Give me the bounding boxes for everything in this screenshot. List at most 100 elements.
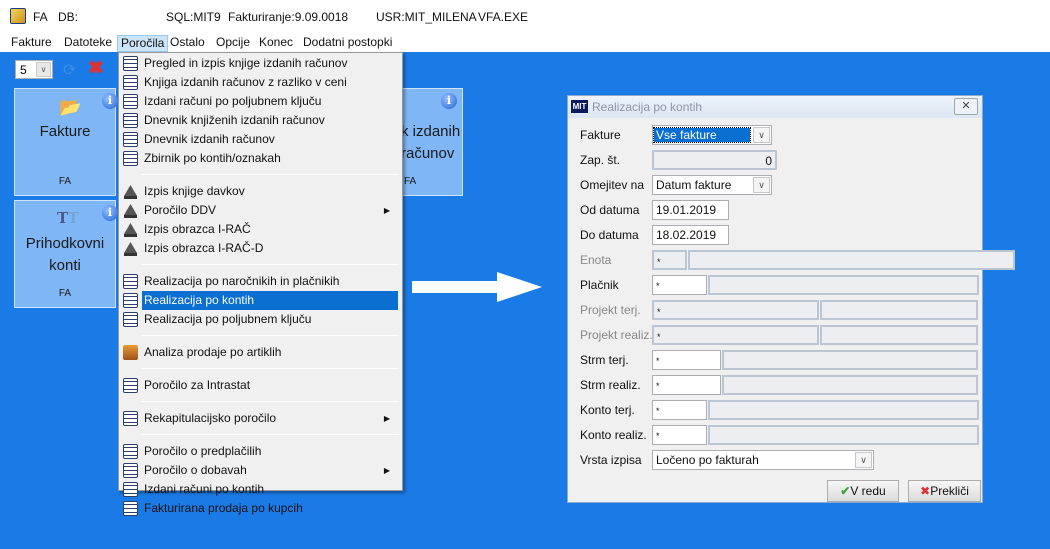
version-label: Fakturiranje:9.09.0018	[228, 10, 349, 24]
dialog-title-bar: MIT Realizacija po kontih ✕	[568, 96, 982, 118]
menu-item-izdani-racuni-po-poljubnem-kljucu[interactable]: Izdani računi po poljubnem ključu	[121, 92, 400, 111]
tt-icon: TT	[57, 209, 79, 227]
menu-item-zbirnik-po-kontih-oznakah[interactable]: Zbirnik po kontih/oznakah	[121, 149, 400, 168]
report-list-icon	[123, 312, 138, 327]
report-list-icon	[123, 274, 138, 289]
menu-item-rekapitulacijsko-porocilo[interactable]: Rekapitulacijsko poročilo ▶	[121, 409, 400, 428]
refresh-icon[interactable]: ⟳	[63, 60, 76, 80]
tile-prihodkovni-konti[interactable]: TT i Prihodkovni konti FA	[14, 200, 118, 308]
tile-title: Prihodkovni konti	[25, 235, 105, 274]
menu-separator	[141, 434, 399, 435]
tile-fakture[interactable]: 📂 i Fakture FA	[14, 88, 118, 196]
delete-icon[interactable]: ✖	[88, 57, 104, 80]
fakture-select[interactable]: Vse fakture ∨	[652, 125, 772, 145]
menu-item-label: Izpis knjige davkov	[144, 184, 245, 198]
app-name: FA	[33, 10, 48, 24]
menu-ostalo[interactable]: Ostalo	[167, 35, 208, 52]
close-icon[interactable]: ✕	[954, 98, 978, 115]
strm-terj-input[interactable]: *	[652, 350, 721, 370]
exe-label: VFA.EXE	[478, 10, 529, 24]
field-value: *	[656, 281, 660, 291]
menu-item-porocilo-ddv[interactable]: Poročilo DDV ▶	[121, 201, 400, 220]
konto-terj-input[interactable]: *	[652, 400, 707, 420]
info-icon[interactable]: i	[441, 93, 457, 109]
menu-item-realizacija-po-poljubnem-kljucu[interactable]: Realizacija po poljubnem ključu	[121, 310, 400, 329]
title-bar: FA DB: SQL:MIT9 Fakturiranje:9.09.0018 U…	[0, 0, 1050, 33]
chevron-down-icon[interactable]: ∨	[855, 452, 872, 468]
menu-konec[interactable]: Konec	[256, 35, 296, 52]
menu-item-porocilo-o-dobavah[interactable]: Poročilo o dobavah ▶	[121, 461, 400, 480]
report-list-icon	[123, 56, 138, 71]
menu-item-izpis-obrazca-i-rac-d[interactable]: Izpis obrazca I-RAČ-D	[121, 239, 400, 258]
konto-realiz-description	[708, 425, 979, 445]
omejitev-na-select[interactable]: Datum fakture ∨	[652, 175, 772, 195]
menu-item-label: Realizacija po naročnikih in plačnikih	[144, 274, 340, 288]
konto-terj-description	[708, 400, 979, 420]
field-value: *	[656, 356, 660, 366]
label-fakture: Fakture	[580, 128, 621, 142]
do-datuma-input[interactable]: 18.02.2019	[652, 225, 729, 245]
report-list-icon	[123, 411, 138, 426]
field-value: Ločeno po fakturah	[656, 453, 759, 467]
menu-item-porocilo-za-intrastat[interactable]: Poročilo za Intrastat	[121, 376, 400, 395]
chevron-down-icon[interactable]: ∨	[753, 177, 770, 193]
menu-item-porocilo-o-predplacilih[interactable]: Poročilo o predplačilih	[121, 442, 400, 461]
projekt-terj-input: *	[652, 300, 819, 320]
field-value: *	[656, 431, 660, 441]
field-value: *	[657, 307, 661, 317]
dialog-realizacija-po-kontih: MIT Realizacija po kontih ✕ Fakture Vse f…	[567, 95, 1015, 503]
label-konto-terj: Konto terj.	[580, 403, 635, 417]
ok-label: V redu	[850, 484, 886, 498]
tile-title: k izdanih računov	[401, 123, 461, 162]
menu-porocila[interactable]: Poročila	[117, 35, 169, 52]
menu-item-izpis-knjige-davkov[interactable]: Izpis knjige davkov	[121, 182, 400, 201]
menu-opcije[interactable]: Opcije	[213, 35, 253, 52]
placnik-input[interactable]: *	[652, 275, 707, 295]
db-label: DB:	[58, 10, 79, 24]
chevron-down-icon[interactable]: ∨	[753, 127, 770, 143]
chevron-down-icon: ∨	[36, 62, 51, 77]
konto-realiz-input[interactable]: *	[652, 425, 707, 445]
menu-item-pregled-in-izpis-knjige-izdanih-racunov[interactable]: Pregled in izpis knjige izdanih računov	[121, 54, 400, 73]
menu-item-realizacija-po-kontih[interactable]: Realizacija po kontih	[121, 291, 400, 310]
menu-item-label: Dnevnik izdanih računov	[144, 132, 275, 146]
menu-dodatni-postopki[interactable]: Dodatni postopki	[300, 35, 395, 52]
ok-button[interactable]: ✔V redu	[827, 480, 899, 502]
menu-item-izdani-racuni-po-kontih[interactable]: Izdani računi po kontih	[121, 480, 400, 499]
menu-separator	[141, 401, 399, 402]
info-icon[interactable]: i	[102, 205, 118, 221]
menu-datoteke[interactable]: Datoteke	[61, 35, 115, 52]
menu-item-analiza-prodaje-po-artiklih[interactable]: Analiza prodaje po artiklih	[121, 343, 400, 362]
count-select[interactable]: 5 ∨	[15, 60, 53, 79]
menu-item-realizacija-po-narocnikih-in-placnikih[interactable]: Realizacija po naročnikih in plačnikih	[121, 272, 400, 291]
vrsta-izpisa-select[interactable]: Ločeno po fakturah ∨	[652, 450, 874, 470]
strm-realiz-input[interactable]: *	[652, 375, 721, 395]
field-value: *	[656, 381, 660, 391]
menu-item-label: Analiza prodaje po artiklih	[144, 345, 282, 359]
sql-label: SQL:MIT9	[166, 10, 221, 24]
menu-item-dnevnik-izdanih-racunov[interactable]: Dnevnik izdanih računov	[121, 130, 400, 149]
label-od-datuma: Od datuma	[580, 203, 640, 217]
menu-item-label: Realizacija po poljubnem ključu	[144, 312, 312, 326]
menu-item-izpis-obrazca-i-rac[interactable]: Izpis obrazca I-RAČ	[121, 220, 400, 239]
od-datuma-input[interactable]: 19.01.2019	[652, 200, 729, 220]
x-icon: ✖	[920, 484, 931, 498]
menu-item-label: Knjiga izdanih računov z razliko v ceni	[144, 75, 347, 89]
arrow-icon	[412, 272, 542, 302]
report-list-icon	[123, 75, 138, 90]
enota-description	[688, 250, 1015, 270]
cancel-button[interactable]: ✖Prekliči	[908, 480, 981, 502]
zap-st-input[interactable]: 0	[652, 150, 777, 170]
menu-separator	[141, 368, 399, 369]
label-strm-realiz: Strm realiz.	[580, 378, 641, 392]
menu-item-label: Izpis obrazca I-RAČ-D	[144, 241, 264, 255]
info-icon[interactable]: i	[102, 93, 118, 109]
menu-fakture[interactable]: Fakture	[8, 35, 55, 52]
cancel-label: Prekliči	[930, 484, 969, 498]
label-vrsta-izpisa: Vrsta izpisa	[580, 453, 642, 467]
menu-item-dnevnik-knjizenih-izdanih-racunov[interactable]: Dnevnik knjiženih izdanih računov	[121, 111, 400, 130]
box-icon	[123, 345, 138, 360]
submenu-arrow-icon: ▶	[383, 466, 390, 475]
menu-item-knjiga-izdanih-racunov-z-razliko-v-ceni[interactable]: Knjiga izdanih računov z razliko v ceni	[121, 73, 400, 92]
menu-item-fakturirana-prodaja-po-kupcih[interactable]: Fakturirana prodaja po kupcih	[121, 499, 400, 518]
